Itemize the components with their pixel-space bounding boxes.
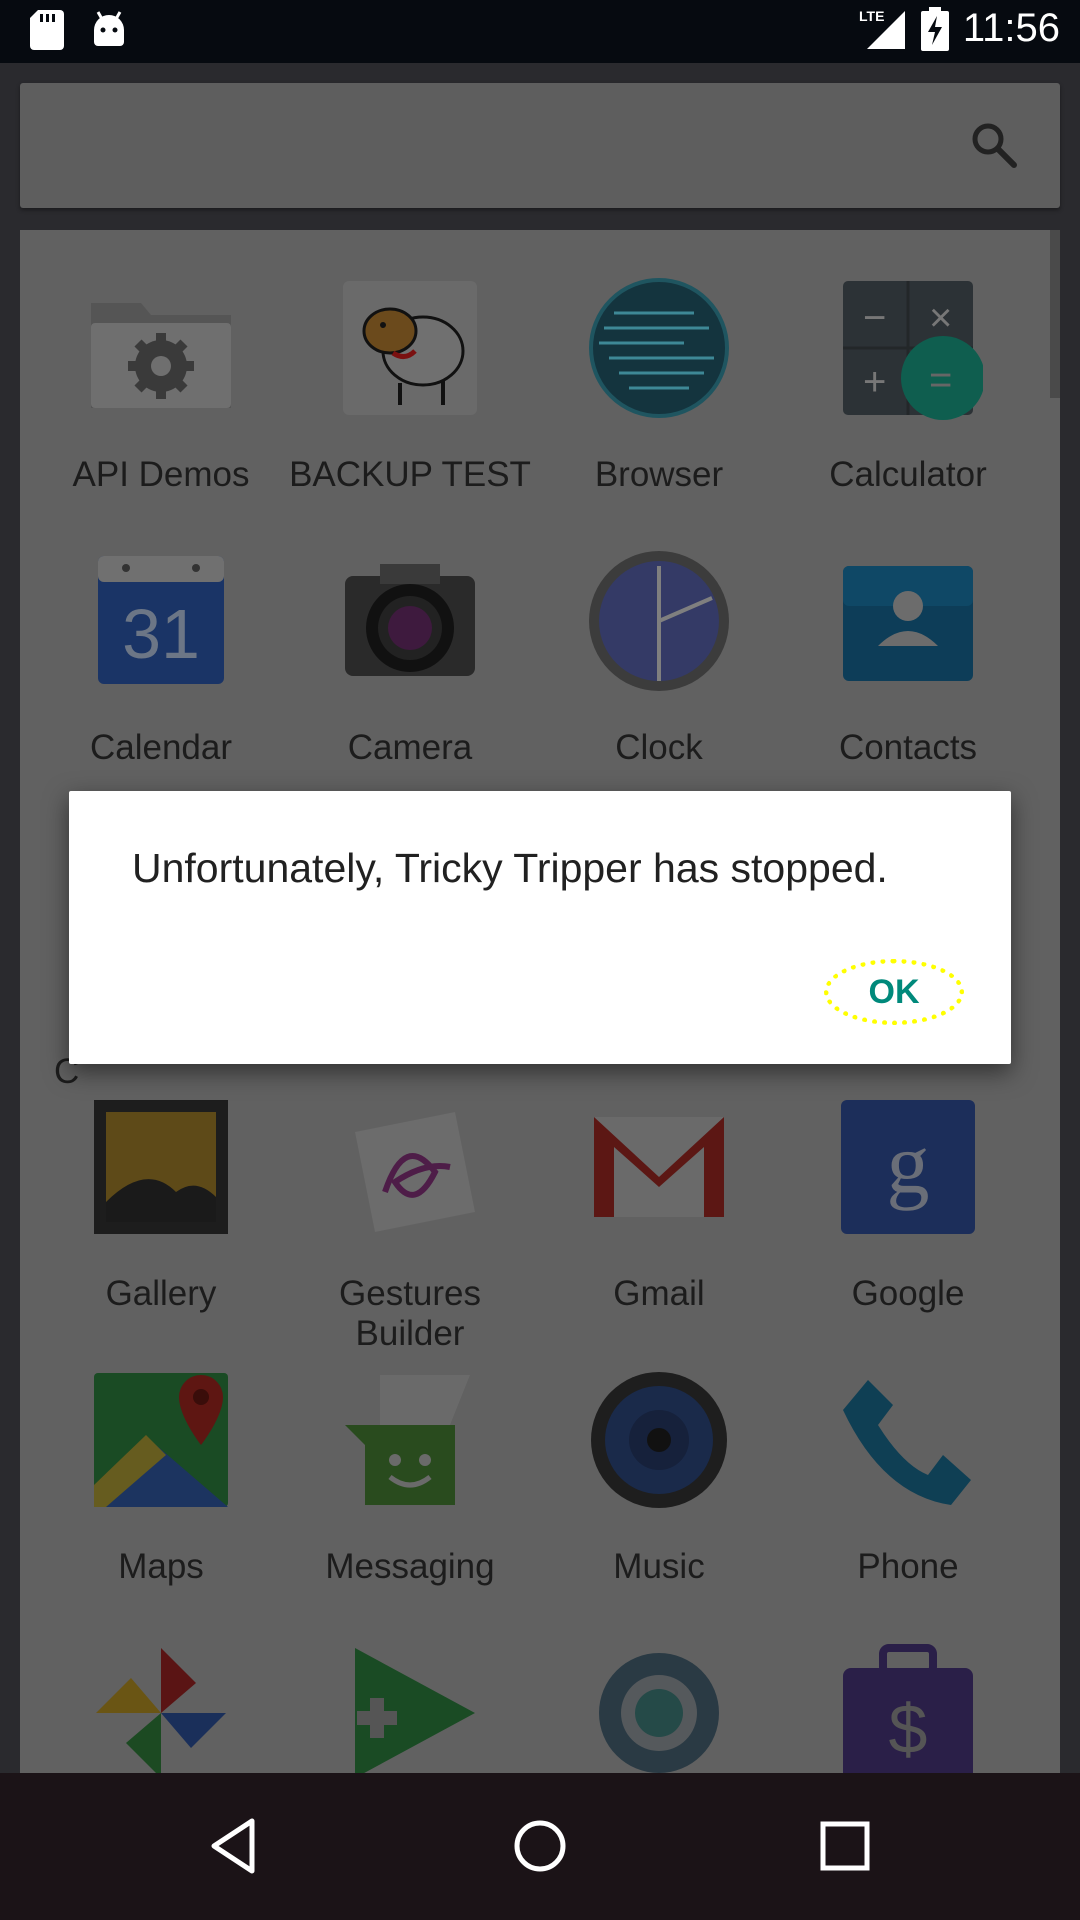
app-browser[interactable]: Browser (534, 273, 784, 533)
app-label: Maps (118, 1547, 204, 1586)
app-play-games[interactable] (285, 1638, 535, 1773)
settings-gear-icon (599, 1653, 719, 1773)
app-backup-test[interactable]: BACKUP TEST (285, 273, 535, 533)
app-label: API Demos (72, 455, 250, 494)
back-icon[interactable] (200, 1811, 270, 1881)
app-label: Calculator (829, 455, 987, 494)
app-label: Gallery (105, 1274, 217, 1313)
gmail-icon (594, 1117, 724, 1217)
app-settings[interactable] (534, 1638, 784, 1773)
gestures-icon (355, 1112, 475, 1232)
android-debug-icon (94, 11, 124, 46)
phone-icon (843, 1380, 971, 1505)
app-calculator[interactable]: − × + = Calculator (783, 273, 1033, 533)
app-label: Calendar (89, 728, 233, 767)
svg-text:31: 31 (122, 595, 200, 673)
folder-gear-icon (91, 303, 231, 408)
app-label: BACKUP TEST (289, 455, 531, 494)
app-label: Messaging (325, 1547, 495, 1586)
app-gallery[interactable]: Gallery (36, 1092, 286, 1352)
crash-dialog: Unfortunately, Tricky Tripper has stoppe… (69, 791, 1011, 1064)
calendar-icon: 31 (98, 556, 224, 684)
svg-text:+: + (863, 360, 886, 404)
app-label: Browser (594, 455, 724, 494)
app-google[interactable]: g Google (783, 1092, 1033, 1352)
app-maps[interactable]: Maps (36, 1365, 286, 1625)
app-photos[interactable] (36, 1638, 286, 1773)
recents-icon[interactable] (810, 1811, 880, 1881)
app-phone[interactable]: Phone (783, 1365, 1033, 1625)
app-messaging[interactable]: Messaging (285, 1365, 535, 1625)
svg-text:$: $ (889, 1690, 928, 1768)
status-time: 11:56 (962, 6, 1060, 50)
briefcase-dollar-icon: $ (843, 1644, 973, 1773)
gallery-icon (94, 1100, 228, 1234)
search-icon[interactable] (968, 119, 1020, 171)
app-contacts[interactable]: Contacts (783, 546, 1033, 806)
app-label: Phone (857, 1547, 959, 1586)
app-label: Google (851, 1274, 965, 1313)
app-gmail[interactable]: Gmail (534, 1092, 784, 1352)
lte-signal-icon: LTE (859, 8, 905, 49)
app-music[interactable]: Music (534, 1365, 784, 1625)
app-calendar[interactable]: 31 Calendar (36, 546, 286, 806)
music-icon (591, 1372, 727, 1508)
svg-text:=: = (929, 358, 952, 402)
home-icon[interactable] (505, 1811, 575, 1881)
play-games-icon (355, 1648, 475, 1773)
scrollbar[interactable] (1050, 230, 1060, 398)
app-label: Music (613, 1547, 705, 1586)
app-gestures-builder[interactable]: Gestures Builder (285, 1092, 535, 1353)
svg-text:g: g (887, 1115, 930, 1211)
app-camera[interactable]: Camera (285, 546, 535, 806)
ok-button[interactable]: OK (824, 959, 964, 1025)
svg-text:×: × (929, 296, 952, 340)
app-label: Gestures Builder (339, 1274, 481, 1353)
google-icon: g (841, 1100, 975, 1234)
search-bar[interactable] (20, 83, 1060, 208)
app-label: Gmail (613, 1274, 705, 1313)
maps-icon (94, 1373, 228, 1507)
camera-icon (345, 564, 475, 676)
globe-icon (589, 278, 729, 418)
contacts-icon (843, 566, 973, 681)
navigation-bar (0, 1773, 1080, 1920)
app-label: Clock (615, 728, 703, 767)
dialog-message: Unfortunately, Tricky Tripper has stoppe… (132, 845, 888, 891)
svg-text:−: − (863, 296, 886, 340)
sheep-icon (343, 281, 477, 415)
app-label: Contacts (838, 728, 978, 767)
app-wallet[interactable]: $ (783, 1638, 1033, 1773)
calculator-icon: − × + = (843, 281, 983, 420)
clock-icon (589, 551, 729, 691)
svg-text:LTE: LTE (859, 8, 884, 24)
status-bar: LTE 11:56 (0, 0, 1080, 63)
photos-icon (96, 1648, 226, 1773)
app-label: Camera (347, 728, 473, 767)
sd-card-icon (30, 10, 64, 50)
app-api-demos[interactable]: API Demos (36, 273, 286, 533)
battery-charging-icon (920, 6, 949, 51)
messaging-icon (345, 1375, 470, 1505)
app-clock[interactable]: Clock (534, 546, 784, 806)
